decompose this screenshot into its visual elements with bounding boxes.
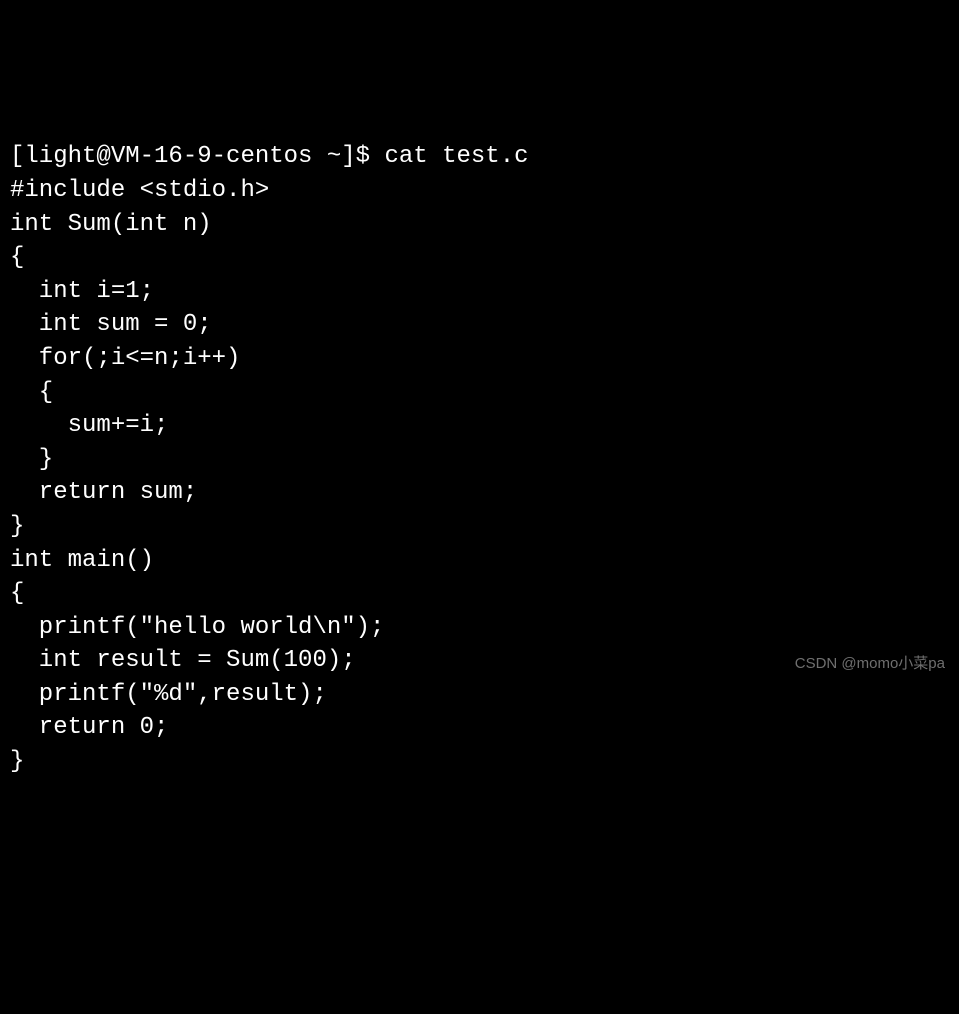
code-line: } xyxy=(10,745,949,779)
shell-command: cat test.c xyxy=(384,143,528,170)
code-line: printf("hello world\n"); xyxy=(10,611,949,645)
code-line: { xyxy=(10,577,949,611)
code-line: { xyxy=(10,241,949,275)
code-line: sum+=i; xyxy=(10,409,949,443)
code-line: #include <stdio.h> xyxy=(10,174,949,208)
shell-prompt: [light@VM-16-9-centos ~]$ xyxy=(10,143,384,170)
code-line: } xyxy=(10,510,949,544)
code-line: return sum; xyxy=(10,476,949,510)
code-line: int i=1; xyxy=(10,275,949,309)
watermark-text: CSDN @momo小菜pa xyxy=(795,653,945,674)
code-line: int Sum(int n) xyxy=(10,208,949,242)
code-line: for(;i<=n;i++) xyxy=(10,342,949,376)
command-line: [light@VM-16-9-centos ~]$ cat test.c xyxy=(10,140,949,174)
code-line: int main() xyxy=(10,544,949,578)
code-line: printf("%d",result); xyxy=(10,678,949,712)
terminal-output[interactable]: [light@VM-16-9-centos ~]$ cat test.c#inc… xyxy=(10,140,949,778)
code-line: return 0; xyxy=(10,711,949,745)
code-line: } xyxy=(10,443,949,477)
code-line: int sum = 0; xyxy=(10,308,949,342)
code-line: { xyxy=(10,376,949,410)
